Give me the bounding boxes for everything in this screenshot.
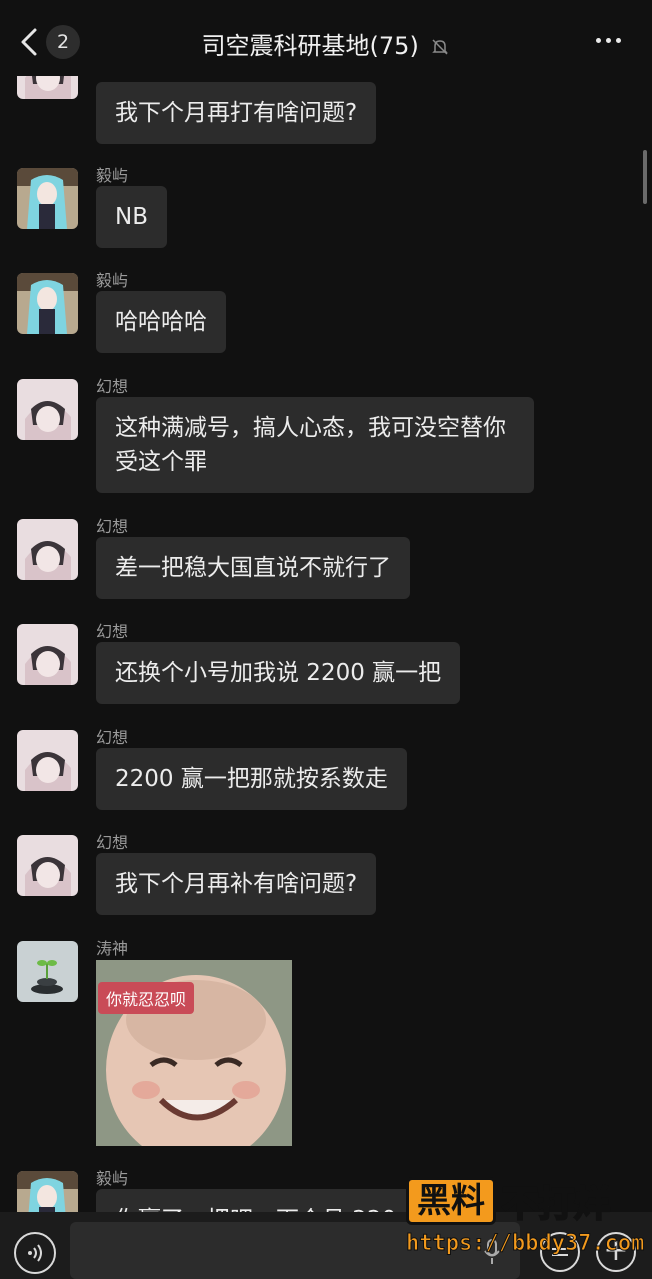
dot-icon	[616, 37, 621, 43]
watermark-text: 不打烊	[501, 1183, 611, 1226]
anime-girl-avatar-icon	[17, 273, 78, 334]
chevron-left-icon	[21, 28, 37, 56]
avatar[interactable]	[17, 624, 78, 685]
message-bubble[interactable]: 我下个月再打有啥问题?	[96, 82, 377, 144]
message-bubble[interactable]: 2200 赢一把那就按系数走	[96, 748, 407, 810]
avatar[interactable]	[17, 835, 78, 896]
anime-boy-avatar-icon	[17, 835, 78, 896]
message-bubble[interactable]: 我下个月再补有啥问题?	[96, 853, 377, 915]
watermark-logo: 黑料 不打烊	[406, 1175, 634, 1227]
sender-name: 毅屿	[96, 271, 129, 290]
avatar[interactable]	[17, 379, 78, 440]
message-bubble[interactable]: NB	[96, 186, 167, 248]
chat-header: 2 司空震科研基地(75)	[0, 0, 652, 76]
anime-girl-avatar-icon	[17, 168, 78, 229]
message-bubble[interactable]: 还换个小号加我说 2200 赢一把	[96, 642, 461, 704]
dot-icon	[606, 37, 611, 43]
anime-boy-avatar-icon	[17, 379, 78, 440]
dot-icon	[596, 37, 601, 43]
unread-badge: 2	[46, 25, 80, 59]
voice-toggle-button[interactable]	[14, 1232, 56, 1274]
anime-girl-avatar-icon	[17, 1171, 78, 1212]
bell-muted-icon	[432, 39, 449, 55]
sender-name: 幻想	[96, 622, 129, 641]
sender-name: 幻想	[96, 377, 129, 396]
sticker-image[interactable]: 你就忍忍呗	[96, 960, 292, 1146]
watermark-box-text: 黑料	[406, 1177, 496, 1225]
anime-boy-avatar-icon	[17, 76, 78, 99]
chat-title: 司空震科研基地(75)	[201, 32, 419, 60]
avatar[interactable]	[17, 730, 78, 791]
avatar[interactable]	[17, 168, 78, 229]
message-bubble[interactable]: 这种满减号，搞人心态，我可没空替你受这个罪	[96, 397, 534, 493]
watermark: 黑料 不打烊 https://bbdy37.com	[406, 1175, 645, 1265]
anime-boy-avatar-icon	[17, 730, 78, 791]
anime-boy-avatar-icon	[17, 624, 78, 685]
sticker-caption: 你就忍忍呗	[98, 982, 195, 1014]
sender-name: 幻想	[96, 728, 129, 747]
more-options-button[interactable]	[596, 30, 626, 50]
avatar[interactable]	[17, 76, 78, 99]
avatar[interactable]	[17, 941, 78, 1002]
message-bubble[interactable]: 差一把稳大国直说不就行了	[96, 537, 410, 599]
avatar[interactable]	[17, 1171, 78, 1212]
message-list[interactable]: 我下个月再打有啥问题? 毅屿 NB 毅屿 哈哈哈哈 幻想 这种满减号，搞人心态，…	[0, 76, 652, 1212]
anime-boy-avatar-icon	[17, 519, 78, 580]
avatar[interactable]	[17, 273, 78, 334]
sender-name: 幻想	[96, 517, 129, 536]
watermark-url: https://bbdy37.com	[406, 1231, 645, 1257]
sender-name: 毅屿	[96, 1169, 129, 1188]
sender-name: 幻想	[96, 833, 129, 852]
avatar[interactable]	[17, 519, 78, 580]
message-bubble[interactable]: 哈哈哈哈	[96, 291, 226, 353]
sender-name: 涛神	[96, 939, 129, 958]
chat-title-area[interactable]: 司空震科研基地(75)	[150, 26, 502, 61]
voice-icon	[28, 1244, 42, 1262]
plant-stones-avatar-icon	[17, 941, 78, 1002]
back-button[interactable]: 2	[18, 22, 88, 62]
scrollbar[interactable]	[643, 150, 647, 204]
sender-name: 毅屿	[96, 166, 129, 185]
